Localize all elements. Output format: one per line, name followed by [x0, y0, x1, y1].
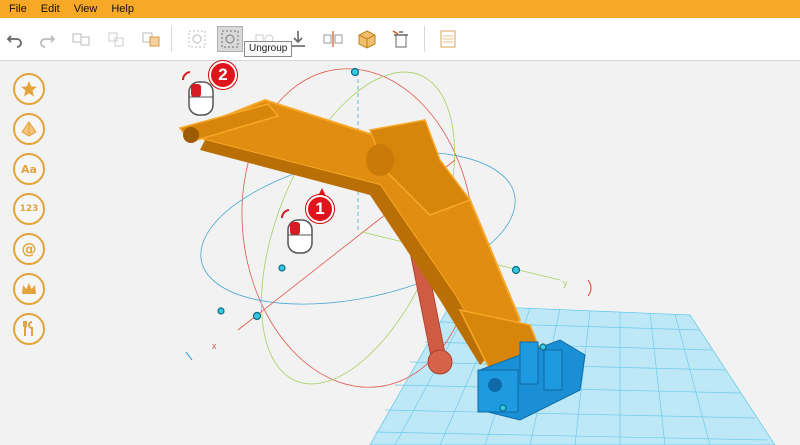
- numbers-icon: 123: [19, 204, 39, 214]
- mirror-button[interactable]: [320, 26, 346, 52]
- copy-button[interactable]: [68, 26, 94, 52]
- trash-icon: [392, 30, 408, 48]
- undo-icon: [6, 35, 22, 48]
- symbols-button[interactable]: @: [13, 233, 45, 265]
- text-icon: Aa: [21, 162, 37, 176]
- crown-icon: [22, 283, 36, 294]
- object-list-button[interactable]: [435, 26, 461, 52]
- redo-icon: [40, 35, 56, 48]
- tools-button[interactable]: [13, 313, 45, 345]
- favorites-button[interactable]: [13, 73, 45, 105]
- pyramid-icon: [21, 121, 37, 137]
- tools-icon: [23, 321, 33, 336]
- cube-icon: [358, 30, 376, 49]
- toolbar: [0, 18, 800, 61]
- solid-button[interactable]: [354, 26, 380, 52]
- text-button[interactable]: Aa: [13, 153, 45, 185]
- group-button[interactable]: [184, 26, 210, 52]
- premium-shapes-button[interactable]: [13, 273, 45, 305]
- star-icon: [21, 81, 37, 97]
- axis-x-label: x: [212, 341, 217, 351]
- undo-button[interactable]: [2, 26, 28, 52]
- delete-button[interactable]: [388, 26, 414, 52]
- mirror-icon: [323, 31, 343, 47]
- copy-icon: [72, 33, 90, 46]
- list-icon: [440, 30, 456, 48]
- axis-y-label: y: [563, 278, 568, 288]
- group-icon: [188, 30, 206, 48]
- menu-file[interactable]: File: [9, 3, 27, 15]
- paste-button[interactable]: [103, 26, 129, 52]
- robot-arm[interactable]: [178, 98, 541, 371]
- ungroup-icon: [221, 30, 239, 48]
- menu-bar: File Edit View Help: [0, 0, 800, 18]
- menu-help[interactable]: Help: [111, 3, 134, 15]
- at-icon: @: [21, 240, 37, 258]
- step-badge-2: 2: [209, 61, 237, 89]
- basic-shapes-button[interactable]: [13, 113, 45, 145]
- paste-icon: [108, 32, 124, 47]
- redo-button[interactable]: [34, 26, 60, 52]
- menu-view[interactable]: View: [74, 3, 98, 15]
- step-badge-1: 1: [306, 195, 334, 223]
- ungroup-button[interactable]: [217, 26, 243, 52]
- numbers-button[interactable]: 123: [13, 193, 45, 225]
- shape-sidebar: Aa 123 @: [13, 73, 45, 353]
- ungroup-tooltip: Ungroup: [244, 41, 293, 57]
- duplicate-button[interactable]: [138, 26, 164, 52]
- menu-edit[interactable]: Edit: [41, 3, 60, 15]
- 3d-viewport[interactable]: [0, 61, 800, 445]
- duplicate-icon: [142, 32, 160, 47]
